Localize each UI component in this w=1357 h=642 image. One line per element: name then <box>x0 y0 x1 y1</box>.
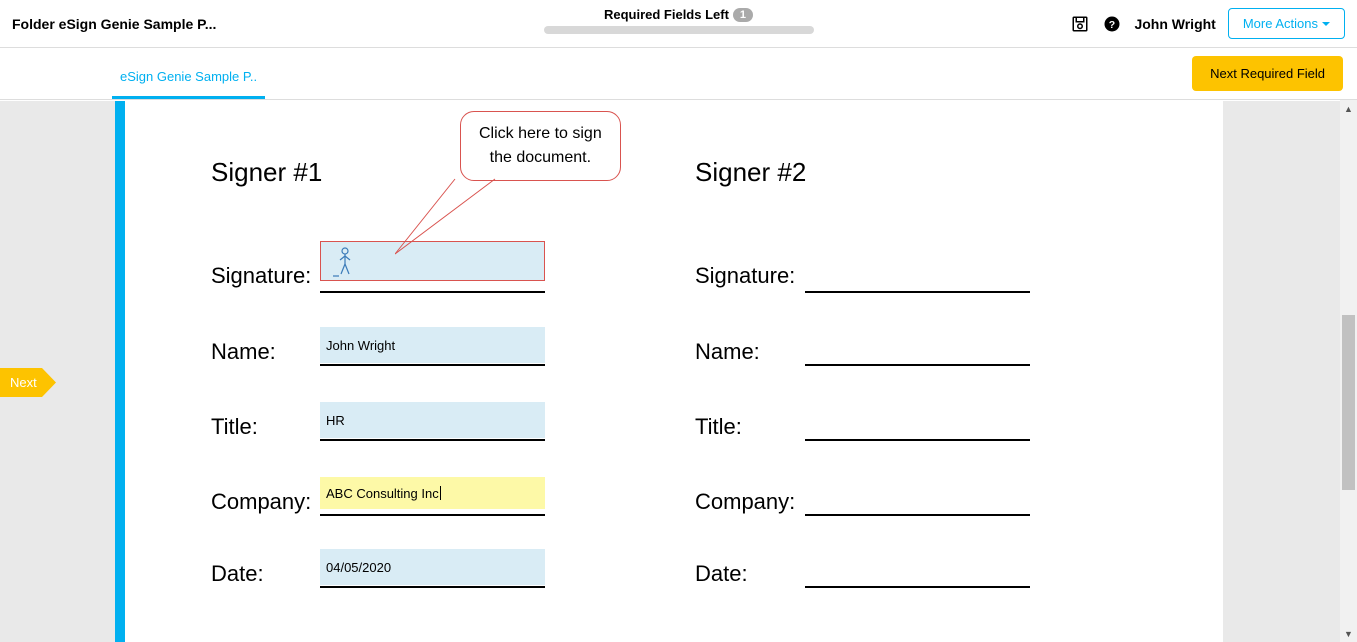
signer1-date-field[interactable]: 04/05/2020 <box>320 549 545 585</box>
user-name: John Wright <box>1134 16 1215 32</box>
signer1-name-field[interactable]: John Wright <box>320 327 545 363</box>
signer1-signature-label: Signature: <box>211 263 311 289</box>
signature-glyph-icon <box>331 246 361 281</box>
signer2-heading: Signer #2 <box>695 157 806 188</box>
signer1-company-line <box>320 514 545 516</box>
document-page: Signer #1 Signer #2 Signature: Name: Joh… <box>115 101 1223 642</box>
signer1-date-label: Date: <box>211 561 264 587</box>
signer1-signature-line <box>320 291 545 293</box>
sign-here-callout: Click here to sign the document. <box>460 111 621 181</box>
signer2-date-line <box>805 586 1030 588</box>
required-count-badge: 1 <box>733 8 753 22</box>
next-required-field-button[interactable]: Next Required Field <box>1192 56 1343 91</box>
signer1-date-value: 04/05/2020 <box>326 560 391 575</box>
signer2-company-label: Company: <box>695 489 795 515</box>
signer2-name-line <box>805 364 1030 366</box>
more-actions-label: More Actions <box>1243 16 1318 31</box>
callout-line1: Click here to sign <box>479 122 602 146</box>
top-header: Folder eSign Genie Sample P... Required … <box>0 0 1357 48</box>
scroll-thumb[interactable] <box>1342 315 1355 490</box>
signer2-company-line <box>805 514 1030 516</box>
signer2-name-label: Name: <box>695 339 760 365</box>
more-actions-button[interactable]: More Actions <box>1228 8 1345 39</box>
signer2-title-line <box>805 439 1030 441</box>
tab-document-1[interactable]: eSign Genie Sample P.. <box>112 69 265 99</box>
callout-line2: the document. <box>479 146 602 170</box>
document-viewport: Signer #1 Signer #2 Signature: Name: Joh… <box>0 101 1357 642</box>
signer1-name-label: Name: <box>211 339 276 365</box>
signer1-heading: Signer #1 <box>211 157 322 188</box>
signer1-company-label: Company: <box>211 489 311 515</box>
signer2-signature-label: Signature: <box>695 263 795 289</box>
signer1-date-line <box>320 586 545 588</box>
callout-pointer-icon <box>395 169 515 259</box>
svg-text:?: ? <box>1109 18 1115 30</box>
signer1-title-value: HR <box>326 413 345 428</box>
folder-title: Folder eSign Genie Sample P... <box>12 16 216 32</box>
progress-bar[interactable] <box>544 26 814 34</box>
vertical-scrollbar[interactable]: ▲ ▼ <box>1340 100 1357 642</box>
signer1-name-line <box>320 364 545 366</box>
tab-bar: eSign Genie Sample P.. Next Required Fie… <box>0 48 1357 100</box>
help-icon[interactable]: ? <box>1102 14 1122 34</box>
signer1-company-value: ABC Consulting Inc <box>326 486 439 501</box>
text-cursor <box>440 486 441 500</box>
signer1-company-field[interactable]: ABC Consulting Inc <box>320 477 545 509</box>
signer1-title-field[interactable]: HR <box>320 402 545 438</box>
signer2-signature-line <box>805 291 1030 293</box>
save-icon[interactable] <box>1070 14 1090 34</box>
required-fields-text: Required Fields Left 1 <box>604 7 753 22</box>
signer2-title-label: Title: <box>695 414 742 440</box>
header-right: ? John Wright More Actions <box>1070 8 1345 39</box>
signer2-date-label: Date: <box>695 561 748 587</box>
required-fields-label: Required Fields Left <box>604 7 729 22</box>
signer1-title-line <box>320 439 545 441</box>
scroll-up-arrow-icon[interactable]: ▲ <box>1340 100 1357 117</box>
required-fields-area: Required Fields Left 1 <box>544 6 814 34</box>
signer1-title-label: Title: <box>211 414 258 440</box>
chevron-down-icon <box>1322 22 1330 26</box>
signer1-name-value: John Wright <box>326 338 395 353</box>
scroll-down-arrow-icon[interactable]: ▼ <box>1340 625 1357 642</box>
